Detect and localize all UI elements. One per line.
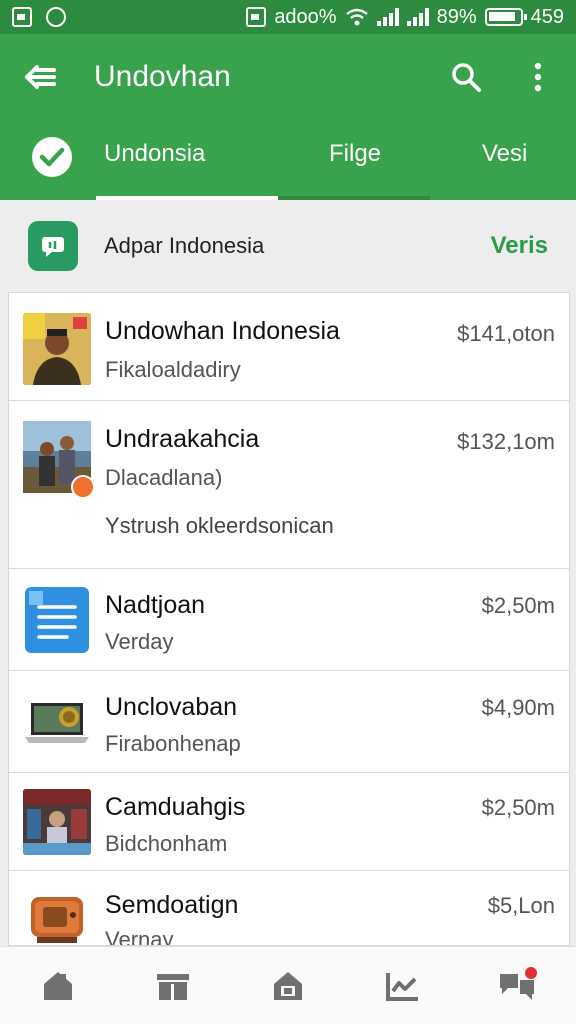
item-title: Unclovaban [105,693,238,721]
item-thumbnail [23,789,91,855]
list-item[interactable]: Camduahgis Bidchonham $2,50m [9,773,569,871]
item-price: $5,Lon [487,893,555,918]
laptop-icon [23,689,91,753]
bottom-navigation [0,946,576,1024]
list-item[interactable]: Semdoatign Vernay $5,Lon [9,871,569,946]
tab-vesi[interactable]: Vesi [482,140,527,168]
item-price: $132,1om [457,429,555,454]
tab-undonsia[interactable]: Undonsia [104,140,205,168]
app-notification-icon [246,7,267,27]
item-title: Camduahgis [105,793,246,821]
item-subtitle: Fikaloaldadiry [105,357,241,382]
list-item[interactable]: Undraakahcia Dlacadlana) Ystrush okleerd… [9,401,569,569]
page-title: Undovhan [94,60,231,93]
item-subtitle: Vernay [105,927,174,946]
item-thumbnail [23,313,91,385]
item-title: Undowhan Indonesia [105,317,340,345]
item-subtitle: Firabonhenap [105,731,241,756]
item-description: Ystrush okleerdsonican [105,513,334,538]
promo-badge-icon [71,475,95,499]
signal-icon-2 [406,8,429,26]
toolbar: Undovhan [0,34,576,120]
network-text: adoo% [274,5,337,28]
filter-label: Adpar Indonesia [104,233,265,258]
search-icon[interactable] [448,59,484,95]
signal-icon [376,8,399,26]
app-bar: Undovhan Undonsia Filge Vesi [0,34,576,200]
item-subtitle: Bidchonham [105,831,228,856]
clock: 459 [530,5,564,28]
messages-icon[interactable] [493,961,543,1011]
item-title: Undraakahcia [105,425,260,453]
radio-icon [29,889,87,945]
home-icon[interactable] [33,961,83,1011]
item-subtitle: Verday [105,629,174,654]
item-price: $4,90m [481,695,555,720]
item-price: $141,oton [457,321,555,346]
sync-icon [46,7,66,27]
wifi-icon [345,8,368,26]
notification-dot [525,966,538,979]
house-icon[interactable] [263,961,313,1011]
battery-icon [484,8,527,26]
check-badge-icon [32,137,72,177]
more-options-icon[interactable] [520,59,556,95]
tab-bar: Undonsia Filge Vesi [0,120,576,200]
list-item[interactable]: Undowhan Indonesia Fikaloaldadiry $141,o… [9,293,569,401]
chart-icon[interactable] [378,961,428,1011]
back-arrow-icon[interactable] [20,57,60,97]
item-subtitle: Dlacadlana) [105,465,223,490]
document-icon [25,587,89,653]
notification-icon [12,7,32,27]
list-item[interactable]: Unclovaban Firabonhenap $4,90m [9,671,569,773]
tab-filge[interactable]: Filge [329,140,381,168]
store-icon[interactable] [148,961,198,1011]
battery-percent: 89% [436,5,477,28]
filter-action-link[interactable]: Veris [491,232,548,260]
item-title: Semdoatign [105,891,239,919]
item-price: $2,50m [481,795,555,820]
status-bar: adoo% 89% 459 [0,0,576,34]
filter-row: Adpar Indonesia Veris [0,200,576,292]
item-price: $2,50m [481,593,555,618]
list-item[interactable]: Nadtjoan Verday $2,50m [9,569,569,671]
item-thumbnail [23,421,95,499]
item-title: Nadtjoan [105,591,206,619]
item-list: Undowhan Indonesia Fikaloaldadiry $141,o… [8,292,570,946]
app-logo-icon [28,221,78,271]
